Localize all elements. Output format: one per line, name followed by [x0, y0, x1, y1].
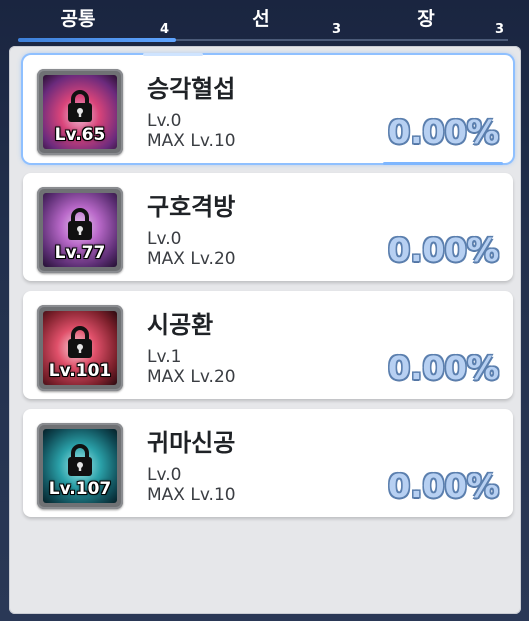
skill-card[interactable]: Lv.101 시공환 Lv.1 MAX Lv.20 0.00% [23, 291, 513, 399]
skill-art: Lv.65 [43, 75, 117, 149]
skill-card[interactable]: Lv.77 구호격방 Lv.0 MAX Lv.20 0.00% [23, 173, 513, 281]
skill-max-level: MAX Lv.20 [147, 367, 236, 387]
unlock-level-badge: Lv.107 [48, 479, 112, 499]
skill-icon-frame: Lv.65 [37, 69, 123, 155]
skill-name: 시공환 [147, 311, 214, 339]
unlock-level-badge: Lv.101 [48, 361, 112, 381]
skill-max-level: MAX Lv.10 [147, 131, 236, 151]
skill-art: Lv.101 [43, 311, 117, 385]
unlock-level-badge: Lv.77 [54, 243, 106, 263]
tab-count: 3 [332, 22, 342, 37]
skill-name: 승각혈섭 [147, 75, 236, 103]
skill-icon-frame: Lv.101 [37, 305, 123, 391]
skill-percent: 0.00% [387, 349, 499, 387]
lock-icon [68, 444, 92, 476]
skill-current-level: Lv.0 [147, 111, 182, 131]
skill-percent: 0.00% [387, 231, 499, 269]
tab-bar: 공통 4 선 3 장 3 [0, 0, 529, 44]
lock-icon [68, 208, 92, 240]
skill-name: 귀마신공 [147, 429, 236, 457]
lock-icon [68, 326, 92, 358]
skill-percent: 0.00% [387, 113, 499, 151]
skill-art: Lv.107 [43, 429, 117, 503]
skill-card[interactable]: Lv.65 승각혈섭 Lv.0 MAX Lv.10 0.00% [23, 53, 513, 165]
tab-jang[interactable]: 장 3 [365, 0, 515, 40]
tab-seon[interactable]: 선 3 [200, 0, 350, 40]
tab-label: 장 [417, 8, 435, 30]
skill-name: 구호격방 [147, 193, 236, 221]
skill-icon-frame: Lv.77 [37, 187, 123, 273]
skill-card[interactable]: Lv.107 귀마신공 Lv.0 MAX Lv.10 0.00% [23, 409, 513, 517]
tab-count: 3 [495, 22, 505, 37]
skill-max-level: MAX Lv.10 [147, 485, 236, 505]
tab-label: 공통 [60, 8, 96, 30]
active-tab-indicator [18, 38, 176, 42]
tab-label: 선 [252, 8, 270, 30]
skill-current-level: Lv.0 [147, 229, 182, 249]
skill-current-level: Lv.0 [147, 465, 182, 485]
skill-current-level: Lv.1 [147, 347, 182, 367]
skill-list-panel[interactable]: Lv.65 승각혈섭 Lv.0 MAX Lv.10 0.00% Lv.77 구호… [9, 46, 521, 614]
skill-percent: 0.00% [387, 467, 499, 505]
skill-art: Lv.77 [43, 193, 117, 267]
tab-count: 4 [160, 22, 170, 37]
skill-icon-frame: Lv.107 [37, 423, 123, 509]
tab-common[interactable]: 공통 4 [18, 0, 176, 40]
lock-icon [68, 90, 92, 122]
unlock-level-badge: Lv.65 [54, 125, 106, 145]
skill-max-level: MAX Lv.20 [147, 249, 236, 269]
